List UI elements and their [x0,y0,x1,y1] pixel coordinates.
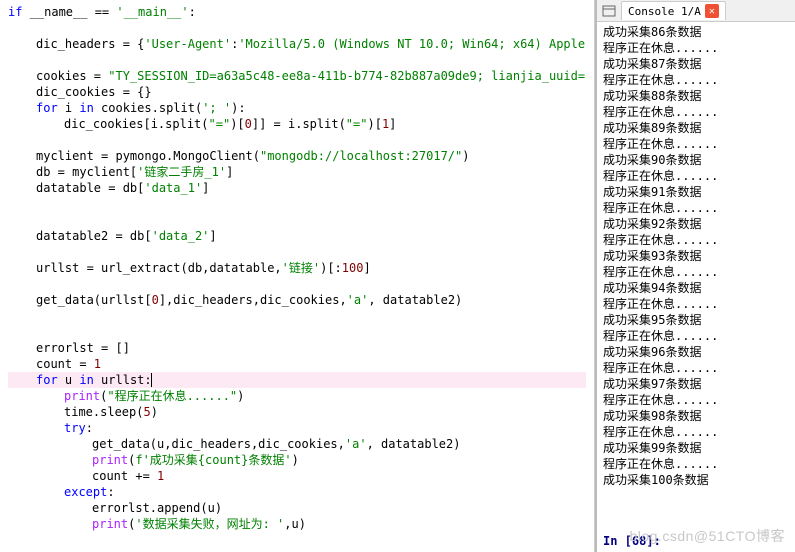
console-panel: Console 1/A ✕ 成功采集86条数据程序正在休息......成功采集8… [595,0,795,552]
ide-container: if __name__ == '__main__': dic_headers =… [0,0,795,552]
console-line: 程序正在休息...... [603,424,789,440]
console-line: 程序正在休息...... [603,40,789,56]
console-line: 成功采集88条数据 [603,88,789,104]
console-line: 成功采集94条数据 [603,280,789,296]
console-line: 成功采集98条数据 [603,408,789,424]
console-line: 程序正在休息...... [603,392,789,408]
console-line: 程序正在休息...... [603,232,789,248]
close-icon[interactable]: ✕ [705,4,719,18]
console-line: 成功采集90条数据 [603,152,789,168]
console-line: 程序正在休息...... [603,328,789,344]
console-line: 成功采集100条数据 [603,472,789,488]
console-line: 程序正在休息...... [603,264,789,280]
console-line: 程序正在休息...... [603,136,789,152]
console-line: 程序正在休息...... [603,456,789,472]
console-prompt[interactable]: In [68]: [597,530,795,552]
console-tab[interactable]: Console 1/A ✕ [621,1,726,20]
console-line: 成功采集91条数据 [603,184,789,200]
console-line: 成功采集99条数据 [603,440,789,456]
console-line: 程序正在休息...... [603,360,789,376]
console-tabs: Console 1/A ✕ [597,0,795,22]
console-line: 成功采集95条数据 [603,312,789,328]
console-line: 程序正在休息...... [603,168,789,184]
console-line: 成功采集96条数据 [603,344,789,360]
console-line: 程序正在休息...... [603,200,789,216]
console-line: 程序正在休息...... [603,296,789,312]
console-line: 程序正在休息...... [603,72,789,88]
console-line: 成功采集89条数据 [603,120,789,136]
options-icon[interactable] [601,3,617,19]
code-editor[interactable]: if __name__ == '__main__': dic_headers =… [0,0,595,552]
console-line: 成功采集97条数据 [603,376,789,392]
console-line: 成功采集87条数据 [603,56,789,72]
console-tab-label: Console 1/A [628,5,701,18]
console-line: 程序正在休息...... [603,104,789,120]
console-line: 成功采集93条数据 [603,248,789,264]
console-output[interactable]: 成功采集86条数据程序正在休息......成功采集87条数据程序正在休息....… [597,22,795,530]
console-line: 成功采集92条数据 [603,216,789,232]
console-line: 成功采集86条数据 [603,24,789,40]
